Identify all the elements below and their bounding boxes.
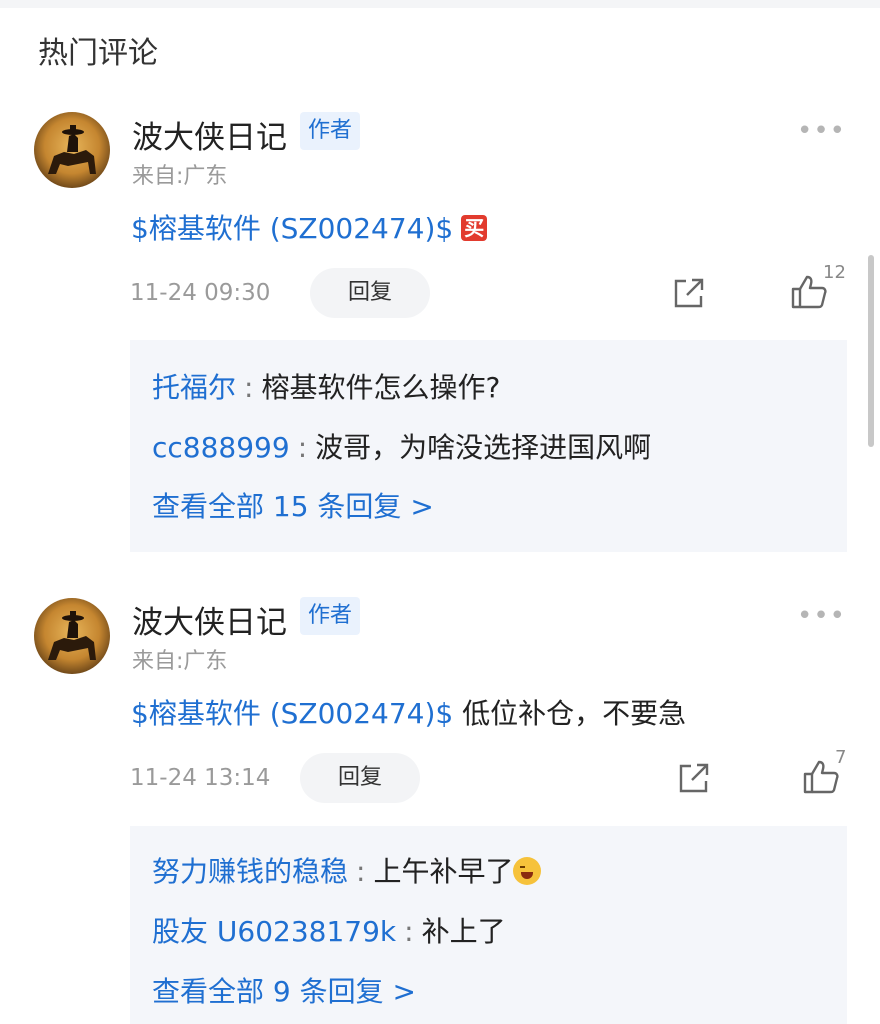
comment-body: $榕基软件 (SZ002474)$ 低位补仓，不要急 [131,692,686,732]
reply-text: 补上了 [421,915,506,948]
scrollbar[interactable] [868,255,874,447]
more-dots-icon[interactable]: ••• [797,603,846,629]
buy-tag-icon: 买 [461,215,488,241]
stock-link[interactable]: $榕基软件 (SZ002474)$ [131,697,453,730]
reply-item[interactable]: cc888999: 波哥，为啥没选择进国风啊 [152,426,651,466]
section-title: 热门评论 [38,36,158,71]
view-all-replies-link[interactable]: 查看全部 15 条回复 > [152,485,434,525]
like-count: 7 [835,747,847,768]
reply-separator: : [244,371,254,404]
laughing-crying-emoji-icon [513,857,542,885]
username[interactable]: 波大侠日记 [132,597,287,642]
reply-item[interactable]: 托福尔: 榕基软件怎么操作? [152,366,500,406]
reply-separator: : [297,431,308,464]
avatar[interactable] [34,598,110,674]
reply-item[interactable]: 股友 U60238179k: 补上了 [152,910,506,950]
share-icon[interactable] [672,276,706,314]
location: 来自:广东 [132,649,228,674]
author-badge: 作者 [300,112,361,150]
reply-preview-box: 托福尔: 榕基软件怎么操作? cc888999: 波哥，为啥没选择进国风啊 查看全部… [130,340,847,552]
reply-text: 上午补早了 [373,855,514,888]
reply-item[interactable]: 努力赚钱的稳稳: 上午补早了 [152,850,542,890]
reply-username[interactable]: 托福尔 [152,371,236,404]
more-dots-icon[interactable]: ••• [797,118,846,144]
comment-text: 低位补仓，不要急 [453,697,687,730]
stock-link[interactable]: $榕基软件 (SZ002474)$ [131,212,453,245]
avatar[interactable] [34,112,110,188]
reply-username[interactable]: 努力赚钱的稳稳 [152,855,348,888]
author-badge: 作者 [300,597,361,635]
share-icon[interactable] [677,761,711,799]
username[interactable]: 波大侠日记 [132,112,287,157]
reply-username[interactable]: cc888999 [152,431,290,464]
reply-text: 波哥，为啥没选择进国风啊 [315,431,652,464]
reply-preview-box: 努力赚钱的稳稳: 上午补早了 股友 U60238179k: 补上了 查看全部 9 条… [130,826,847,1024]
reply-separator: : [356,855,366,888]
reply-separator: : [404,915,414,948]
reply-button[interactable]: 回复 [300,753,420,803]
comment-body: $榕基软件 (SZ002474)$ 买 [131,207,488,247]
like-count: 12 [823,262,846,283]
reply-button[interactable]: 回复 [310,268,430,318]
top-divider [0,0,880,8]
timestamp: 11-24 13:14 [130,765,271,791]
view-all-replies-link[interactable]: 查看全部 9 条回复 > [152,970,416,1010]
timestamp: 11-24 09:30 [130,280,271,306]
location: 来自:广东 [132,164,228,189]
reply-text: 榕基软件怎么操作? [261,371,501,404]
reply-username[interactable]: 股友 U60238179k [152,915,396,948]
